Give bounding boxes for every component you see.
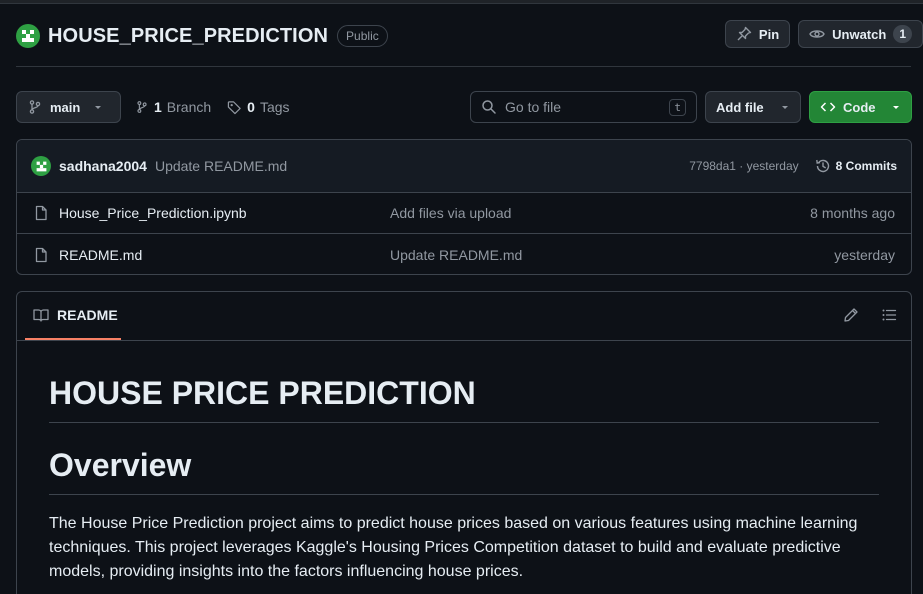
branches-link[interactable]: 1 Branch [135,99,211,115]
tag-label: Tags [259,99,290,115]
identicon-icon [36,161,46,171]
commit-author[interactable]: sadhana2004 [59,158,147,174]
list-icon[interactable] [881,307,897,323]
readme-paragraph: The House Price Prediction project aims … [49,515,858,580]
file-row[interactable]: House_Price_Prediction.ipynb Add files v… [17,193,911,234]
readme-panel: README HOUSE PRICE PREDICTION Overview T… [16,291,912,594]
latest-commit-row: sadhana2004 Update README.md 7798da1 · y… [17,140,911,193]
branch-select-button[interactable]: main [16,91,121,123]
readme-content: HOUSE PRICE PREDICTION Overview The Hous… [17,375,911,584]
tags-link[interactable]: 0 Tags [227,99,290,115]
book-icon [33,309,49,322]
commit-message[interactable]: Update README.md [155,158,287,174]
branch-label: Branch [166,99,212,115]
file-commit-message[interactable]: Add files via upload [390,205,511,221]
eye-icon [809,30,825,38]
caret-down-icon [893,106,899,109]
file-commit-message[interactable]: Update README.md [390,247,522,263]
search-placeholder: Go to file [505,99,562,115]
watch-count: 1 [893,25,912,43]
commits-link[interactable]: 8 Commits [815,158,897,174]
tag-icon [227,100,241,114]
header-divider [16,66,911,67]
readme-header: README [17,292,911,341]
commits-label: 8 Commits [835,159,897,173]
caret-down-icon [95,106,102,109]
code-icon [820,102,836,112]
pencil-icon[interactable] [843,307,859,323]
author-avatar[interactable] [31,156,51,176]
repo-header: HOUSE_PRICE_PREDICTION Public Pin Unwatc… [16,20,923,50]
owner-avatar[interactable] [16,24,40,48]
tag-count: 0 [247,99,255,115]
code-button[interactable]: Code [809,91,912,123]
commit-hash-time[interactable]: 7798da1 · yesterday [689,159,798,173]
branch-count: 1 [154,99,162,115]
unwatch-button[interactable]: Unwatch 1 [798,20,923,48]
file-date: yesterday [834,246,895,263]
branch-name: main [50,99,81,115]
code-label: Code [843,99,876,115]
tab-readme[interactable]: README [25,292,121,340]
pin-label: Pin [758,26,780,42]
readme-tab-label: README [57,307,118,323]
branch-icon [29,100,41,114]
visibility-badge: Public [337,25,388,47]
file-icon [35,205,47,221]
unwatch-label: Unwatch [832,26,887,42]
file-date: 8 months ago [810,205,895,221]
file-row[interactable]: README.md Update README.md yesterday [17,234,911,274]
search-icon [482,100,496,114]
file-list: sadhana2004 Update README.md 7798da1 · y… [16,139,912,275]
top-border [0,0,923,4]
file-name[interactable]: README.md [59,247,390,263]
readme-title: HOUSE PRICE PREDICTION [49,375,879,423]
add-file-button[interactable]: Add file [705,91,801,123]
repo-name[interactable]: HOUSE_PRICE_PREDICTION [48,25,328,48]
branch-icon [137,101,147,113]
history-icon [815,159,829,173]
readme-overview-heading: Overview [49,447,879,495]
pin-icon [737,26,752,41]
add-file-label: Add file [716,99,764,115]
file-icon [35,247,47,262]
search-shortcut-key: t [669,98,686,116]
pin-button[interactable]: Pin [724,20,791,48]
go-to-file-input[interactable]: Go to file t [470,91,697,123]
repo-toolbar: main 1 Branch 0 Tags Go to file t Add fi… [16,91,912,123]
file-name[interactable]: House_Price_Prediction.ipynb [59,205,390,221]
caret-down-icon [782,106,788,109]
identicon-icon [22,30,34,42]
